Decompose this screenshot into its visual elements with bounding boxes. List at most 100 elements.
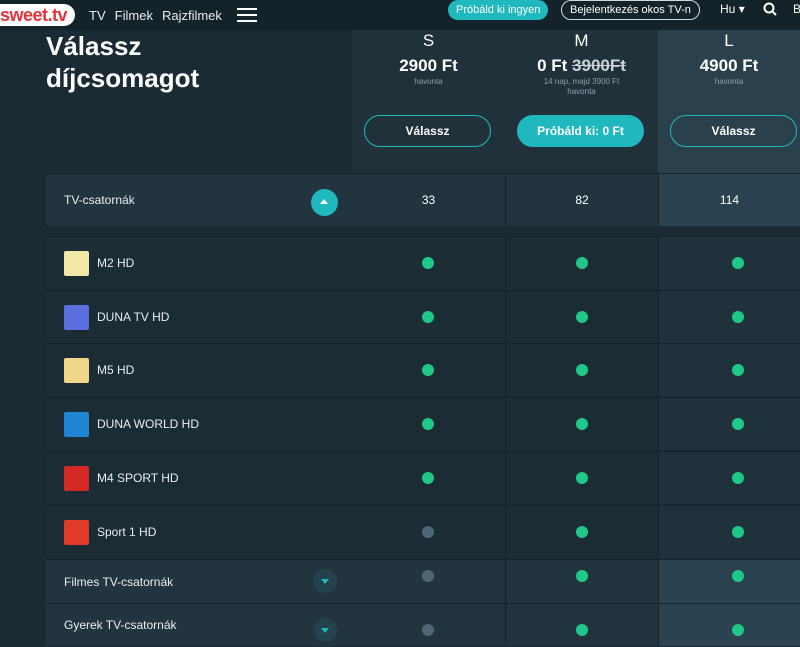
- choose-l-button[interactable]: Válassz: [670, 115, 797, 147]
- row-label-cell: M5 HD: [46, 344, 352, 396]
- inclusion-cell: [658, 344, 800, 396]
- category-label: TV-csatornák: [64, 193, 135, 207]
- channel-logo: [64, 358, 89, 383]
- inclusion-cell: [658, 398, 800, 450]
- inclusion-cell: [352, 237, 505, 289]
- channel-row: M2 HD: [46, 236, 800, 289]
- chevron-down-icon: [321, 628, 329, 633]
- channel-count-m: 82: [575, 193, 589, 207]
- inclusion-cell: [352, 344, 505, 396]
- row-label-cell: DUNA TV HD: [46, 291, 352, 343]
- row-label-cell: Sport 1 HD: [46, 506, 352, 558]
- channel-count-s: 33: [421, 193, 436, 207]
- category-row[interactable]: Filmes TV-csatornák: [46, 559, 800, 603]
- tv-channels-row[interactable]: TV-csatornák 33 82 114: [46, 173, 800, 226]
- row-label-cell: Gyerek TV-csatornák: [46, 604, 352, 646]
- page-title-line2: díjcsomagot: [46, 63, 200, 93]
- plan-period: havonta: [414, 77, 443, 86]
- page-title: Válassz díjcsomagot: [46, 30, 199, 94]
- plan-price: 2900 Ft: [399, 56, 458, 75]
- plan-letter: S: [422, 31, 435, 50]
- inclusion-cell: [658, 452, 800, 504]
- plan-m: M 0 Ft 3900Ft 14 nap, majd 3900 Ft havon…: [505, 30, 658, 173]
- choose-s-button[interactable]: Válassz: [364, 115, 491, 147]
- inclusion-cell: [505, 506, 658, 558]
- category-label: Gyerek TV-csatornák: [64, 618, 177, 632]
- included-dot-icon: [732, 311, 744, 323]
- plan-price: 4900 Ft: [699, 56, 759, 75]
- included-dot-icon: [732, 472, 744, 484]
- nav-rajzfilmek[interactable]: Rajzfilmek: [162, 8, 222, 23]
- inclusion-cell: [352, 560, 505, 603]
- cut-off-nav-item[interactable]: B: [793, 2, 800, 16]
- channel-name: M4 SPORT HD: [97, 471, 179, 485]
- expand-toggle[interactable]: [313, 618, 337, 642]
- category-row[interactable]: Gyerek TV-csatornák: [46, 603, 800, 646]
- channel-row: Sport 1 HD: [46, 505, 800, 558]
- inclusion-cell: [352, 506, 505, 558]
- included-dot-icon: [732, 526, 744, 538]
- inclusion-cell: [505, 452, 658, 504]
- inclusion-cell: [505, 344, 658, 396]
- row-label-cell: DUNA WORLD HD: [46, 398, 352, 450]
- count-cell: 82: [505, 174, 658, 226]
- not-included-dot-icon: [422, 526, 434, 538]
- inclusion-cell: [505, 291, 658, 343]
- included-dot-icon: [576, 624, 588, 636]
- category-label: Filmes TV-csatornák: [64, 575, 174, 589]
- expand-toggle[interactable]: [313, 569, 337, 593]
- included-dot-icon: [732, 257, 744, 269]
- try-free-button[interactable]: Próbáld ki ingyen: [448, 0, 549, 20]
- plan-period: havonta: [567, 87, 596, 96]
- included-dot-icon: [576, 418, 588, 430]
- inclusion-cell: [505, 237, 658, 289]
- included-dot-icon: [576, 526, 588, 538]
- nav-filmek[interactable]: Filmek: [115, 8, 153, 23]
- plan-trial-note: 14 nap, majd 3900 Ft: [543, 77, 620, 86]
- inclusion-cell: [352, 291, 505, 343]
- included-dot-icon: [732, 418, 744, 430]
- plan-period: havonta: [714, 77, 744, 86]
- included-dot-icon: [422, 311, 434, 323]
- plan-old-price: 3900Ft: [572, 56, 626, 75]
- inclusion-cell: [658, 506, 800, 558]
- included-dot-icon: [732, 570, 744, 582]
- language-selector[interactable]: Hu ▾: [720, 2, 745, 16]
- inclusion-cell: [505, 398, 658, 450]
- row-label-cell: TV-csatornák: [46, 174, 352, 226]
- page-title-line1: Válassz: [46, 31, 142, 61]
- plan-letter: L: [724, 31, 734, 50]
- included-dot-icon: [576, 472, 588, 484]
- sweet-tv-logo[interactable]: sweet.tv: [0, 4, 76, 26]
- included-dot-icon: [576, 570, 588, 582]
- channel-name: Sport 1 HD: [97, 525, 157, 539]
- row-label-cell: M2 HD: [46, 237, 352, 289]
- included-dot-icon: [422, 418, 434, 430]
- try-m-button[interactable]: Próbáld ki: 0 Ft: [517, 115, 644, 147]
- main-nav: TV Filmek Rajzfilmek: [89, 8, 231, 23]
- top-bar: sweet.tv TV Filmek Rajzfilmek Próbáld ki…: [0, 0, 800, 30]
- not-included-dot-icon: [422, 570, 434, 582]
- smart-tv-login-button[interactable]: Bejelentkezés okos TV-n: [561, 0, 700, 20]
- included-dot-icon: [576, 364, 588, 376]
- inclusion-cell: [352, 452, 505, 504]
- channel-name: DUNA WORLD HD: [97, 417, 200, 431]
- channel-row: M4 SPORT HD: [46, 451, 800, 504]
- plan-letter: M: [574, 31, 589, 50]
- inclusion-cell: [658, 291, 800, 343]
- channel-logo: [64, 251, 89, 276]
- channel-row: DUNA WORLD HD: [46, 397, 800, 450]
- inclusion-cell: [505, 560, 658, 603]
- channel-name: DUNA TV HD: [97, 310, 170, 324]
- chevron-up-icon: [320, 199, 328, 204]
- included-dot-icon: [576, 311, 588, 323]
- not-included-dot-icon: [422, 624, 434, 636]
- nav-tv[interactable]: TV: [89, 8, 106, 23]
- collapse-toggle[interactable]: [311, 189, 338, 216]
- included-dot-icon: [576, 257, 588, 269]
- plan-price-value: 0 Ft: [537, 56, 568, 75]
- channel-row: M5 HD: [46, 343, 800, 396]
- included-dot-icon: [422, 472, 434, 484]
- menu-icon[interactable]: [236, 8, 257, 22]
- search-icon[interactable]: [763, 2, 777, 16]
